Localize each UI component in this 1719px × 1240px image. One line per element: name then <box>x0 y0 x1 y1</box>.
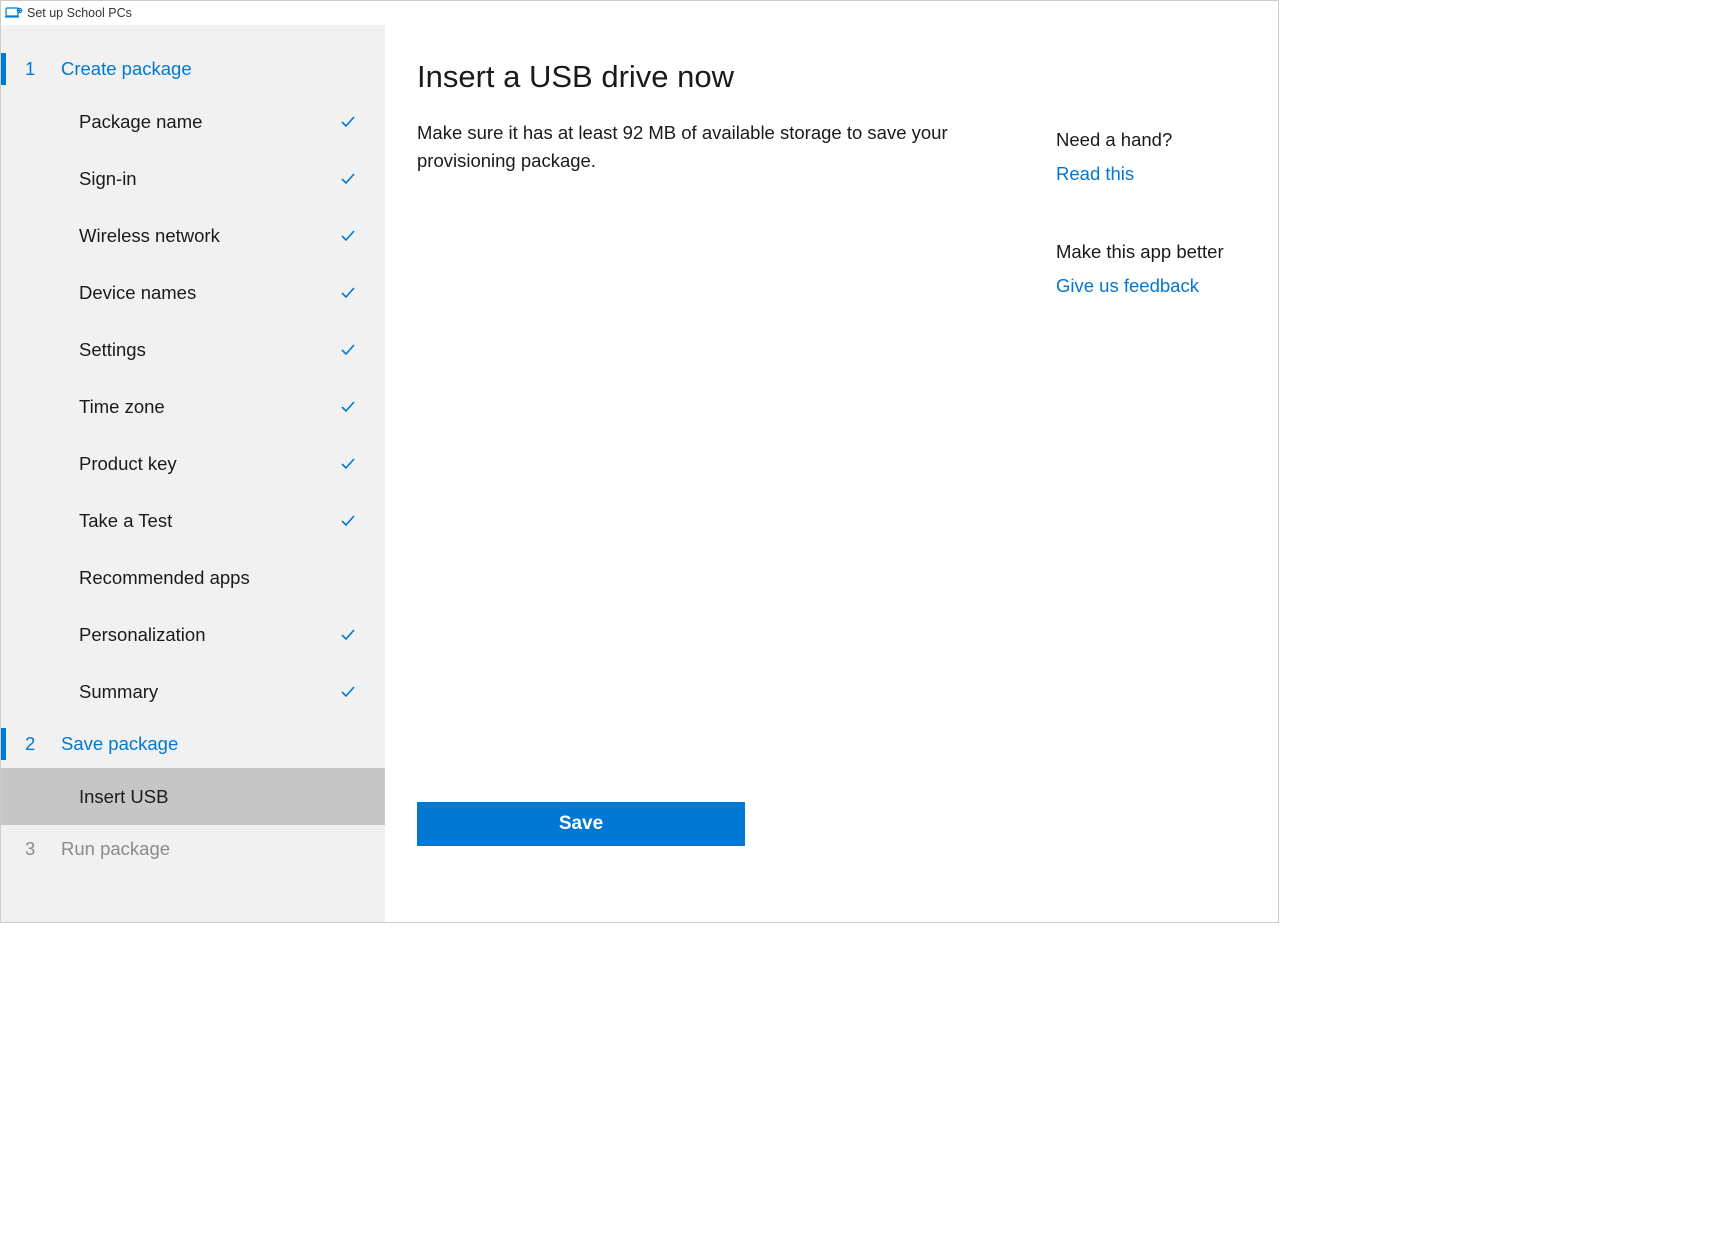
step-label: Settings <box>79 339 146 361</box>
check-icon <box>339 113 357 131</box>
save-button[interactable]: Save <box>417 802 745 846</box>
window-title: Set up School PCs <box>27 6 132 20</box>
main-content: Insert a USB drive now Make sure it has … <box>385 25 1278 922</box>
phase-number: 3 <box>25 838 61 860</box>
page-description: Make sure it has at least 92 MB of avail… <box>417 119 957 175</box>
give-feedback-link[interactable]: Give us feedback <box>1056 275 1246 297</box>
check-icon <box>339 227 357 245</box>
step-take-a-test[interactable]: Take a Test <box>1 492 385 549</box>
step-label: Wireless network <box>79 225 220 247</box>
phase-create-package[interactable]: 1 Create package <box>1 45 385 93</box>
step-wireless-network[interactable]: Wireless network <box>1 207 385 264</box>
read-this-link[interactable]: Read this <box>1056 163 1246 185</box>
help-heading-need-hand: Need a hand? <box>1056 129 1246 151</box>
check-icon <box>339 398 357 416</box>
step-label: Device names <box>79 282 196 304</box>
check-icon <box>339 284 357 302</box>
check-icon <box>339 170 357 188</box>
step-sign-in[interactable]: Sign-in <box>1 150 385 207</box>
check-icon <box>339 626 357 644</box>
wizard-sidebar: 1 Create package Package name Sign-in Wi… <box>1 25 385 922</box>
page-title: Insert a USB drive now <box>417 59 1056 95</box>
phase-label: Save package <box>61 733 178 755</box>
help-heading-make-better: Make this app better <box>1056 241 1246 263</box>
step-label: Recommended apps <box>79 567 250 589</box>
window-titlebar: Set up School PCs <box>1 1 1278 25</box>
step-label: Time zone <box>79 396 165 418</box>
phase-label: Create package <box>61 58 192 80</box>
step-settings[interactable]: Settings <box>1 321 385 378</box>
step-label: Take a Test <box>79 510 172 532</box>
step-label: Personalization <box>79 624 206 646</box>
step-label: Product key <box>79 453 177 475</box>
step-label: Package name <box>79 111 202 133</box>
step-label: Insert USB <box>79 786 168 808</box>
phase-number: 1 <box>25 58 61 80</box>
check-icon <box>339 512 357 530</box>
step-device-names[interactable]: Device names <box>1 264 385 321</box>
phase-label: Run package <box>61 838 170 860</box>
step-personalization[interactable]: Personalization <box>1 606 385 663</box>
step-summary[interactable]: Summary <box>1 663 385 720</box>
check-icon <box>339 455 357 473</box>
step-time-zone[interactable]: Time zone <box>1 378 385 435</box>
step-insert-usb[interactable]: Insert USB <box>1 768 385 825</box>
phase-run-package: 3 Run package <box>1 825 385 873</box>
step-product-key[interactable]: Product key <box>1 435 385 492</box>
check-icon <box>339 683 357 701</box>
step-recommended-apps[interactable]: Recommended apps <box>1 549 385 606</box>
phase-save-package[interactable]: 2 Save package <box>1 720 385 768</box>
phase-number: 2 <box>25 733 61 755</box>
app-icon <box>5 6 23 20</box>
check-icon <box>339 341 357 359</box>
help-panel: Need a hand? Read this Make this app bet… <box>1056 53 1246 898</box>
step-label: Sign-in <box>79 168 137 190</box>
step-label: Summary <box>79 681 158 703</box>
step-package-name[interactable]: Package name <box>1 93 385 150</box>
